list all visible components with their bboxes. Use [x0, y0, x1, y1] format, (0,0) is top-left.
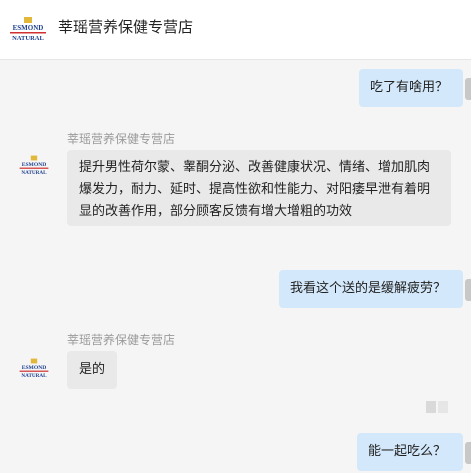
message-bubble-outgoing: 吃了有啥用？	[359, 69, 463, 107]
message-status-mark	[465, 442, 471, 464]
avatar[interactable]: ESMOND NATURAL	[18, 353, 50, 385]
image-placeholder	[438, 401, 448, 413]
message-text: 我看这个送的是缓解疲劳？	[290, 281, 447, 296]
shop-logo[interactable]: ESMOND NATURAL	[8, 10, 48, 50]
svg-text:NATURAL: NATURAL	[21, 170, 47, 176]
chat-header: ESMOND NATURAL 莘瑶营养保健专营店	[0, 0, 471, 60]
message-bubble-incoming: 是的	[67, 351, 117, 389]
avatar[interactable]: ESMOND NATURAL	[18, 150, 50, 182]
message-bubble-incoming: 提升男性荷尔蒙、睾酮分泌、改善健康状况、情绪、增加肌肉 爆发力，耐力、延时、提高…	[67, 150, 451, 226]
esmond-natural-logo-icon: ESMOND NATURAL	[19, 155, 49, 176]
svg-text:NATURAL: NATURAL	[12, 35, 44, 42]
message-status-mark	[465, 279, 471, 301]
svg-text:ESMOND: ESMOND	[22, 162, 47, 168]
esmond-natural-logo-icon: ESMOND NATURAL	[10, 17, 46, 42]
message-text-line: 显的改善作用，部分顾客反馈有增大增粗的功效	[79, 204, 353, 219]
message-bubble-outgoing: 我看这个送的是缓解疲劳？	[279, 270, 463, 308]
message-status-mark	[465, 78, 471, 100]
svg-text:NATURAL: NATURAL	[21, 373, 47, 379]
esmond-natural-logo-icon: ESMOND NATURAL	[19, 358, 49, 379]
svg-text:ESMOND: ESMOND	[13, 24, 44, 32]
message-text-line: 爆发力，耐力、延时、提高性欲和性能力、对阳痿早泄有着明	[79, 182, 431, 197]
sender-name: 莘瑶营养保健专营店	[67, 132, 176, 146]
message-text: 吃了有啥用？	[370, 80, 449, 95]
shop-title: 莘瑶营养保健专营店	[58, 18, 194, 36]
message-text: 能一起吃么？	[368, 444, 447, 459]
svg-text:ESMOND: ESMOND	[22, 365, 47, 371]
message-bubble-outgoing: 能一起吃么？	[357, 433, 463, 471]
sender-name: 莘瑶营养保健专营店	[67, 333, 176, 347]
message-text-line: 提升男性荷尔蒙、睾酮分泌、改善健康状况、情绪、增加肌肉	[79, 160, 431, 175]
image-placeholder	[426, 401, 436, 413]
message-text: 是的	[79, 362, 106, 377]
